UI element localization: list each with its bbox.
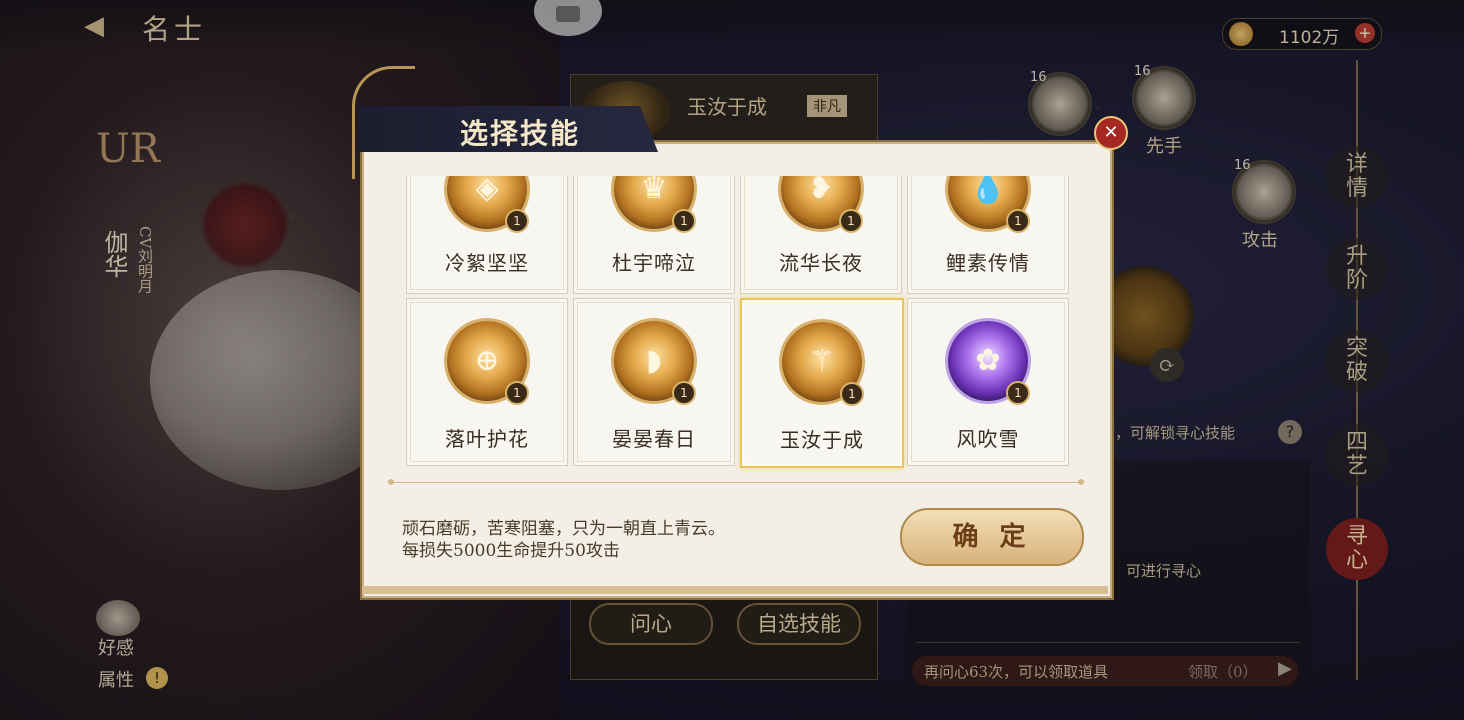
skill-card[interactable]: ♛ 1 杜宇啼泣 <box>573 176 735 294</box>
skill-card[interactable]: 💧 1 鲤素传情 <box>907 176 1069 294</box>
dialog-bottom-strip <box>362 586 1108 594</box>
skill-count-badge: 1 <box>505 381 529 405</box>
skill-name: 风吹雪 <box>956 427 1020 451</box>
skill-description-effect: 每损失5000生命提升50攻击 <box>402 541 620 561</box>
skill-count-badge: 1 <box>839 209 863 233</box>
skill-count-badge: 1 <box>672 209 696 233</box>
skill-name: 落叶护花 <box>445 427 529 451</box>
skill-card[interactable]: ⊕ 1 落叶护花 <box>406 298 568 466</box>
skill-name: 晏晏春日 <box>612 427 696 451</box>
close-icon[interactable]: ✕ <box>1094 116 1128 150</box>
skill-count-badge: 1 <box>505 209 529 233</box>
skill-grid[interactable]: ◈ 1 冷絮坚坚 ♛ 1 杜宇啼泣 ❥ 1 流华长夜 💧 1 鲤素传情 ⊕ 1 … <box>402 176 1074 472</box>
skill-card[interactable]: ◈ 1 冷絮坚坚 <box>406 176 568 294</box>
skill-count-badge: 1 <box>1006 209 1030 233</box>
dialog-divider <box>388 479 1084 485</box>
skill-card[interactable]: ✿ 1 风吹雪 <box>907 298 1069 466</box>
skill-name: 玉汝于成 <box>780 428 864 452</box>
skill-card-selected[interactable]: ⚚ 1 玉汝于成 <box>740 298 904 468</box>
confirm-button[interactable]: 确 定 <box>900 508 1084 566</box>
skill-count-badge: 1 <box>840 382 864 406</box>
skill-name: 冷絮坚坚 <box>445 251 529 275</box>
skill-card[interactable]: ❥ 1 流华长夜 <box>740 176 902 294</box>
skill-card[interactable]: ◗ 1 晏晏春日 <box>573 298 735 466</box>
skill-name: 流华长夜 <box>779 251 863 275</box>
dialog-title: 选择技能 <box>460 117 581 150</box>
skill-count-badge: 1 <box>672 381 696 405</box>
skill-name: 鲤素传情 <box>946 251 1030 275</box>
skill-name: 杜宇啼泣 <box>612 251 696 275</box>
skill-count-badge: 1 <box>1006 381 1030 405</box>
